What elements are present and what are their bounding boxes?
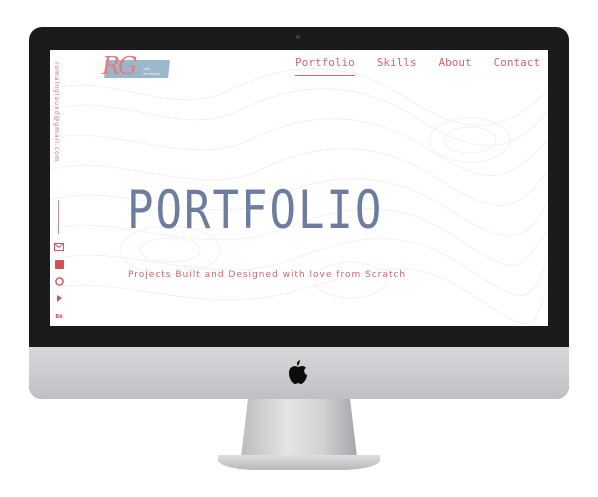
sidebar-divider [58, 200, 59, 234]
site-logo[interactable]: RG web developer [99, 52, 171, 84]
main-nav: Portfolio Skills About Contact [273, 56, 540, 76]
nav-contact[interactable]: Contact [494, 56, 540, 76]
nav-portfolio[interactable]: Portfolio [295, 56, 355, 76]
monitor-stand-neck [241, 399, 357, 457]
mail-icon[interactable] [53, 243, 65, 255]
monitor-stand-base [218, 455, 380, 470]
monitor-chin [29, 347, 569, 399]
screen: RG web developer Portfolio Skills About … [50, 50, 548, 326]
logo-tagline: web developer [143, 66, 161, 76]
apple-logo-icon [289, 360, 307, 384]
behance-icon[interactable]: Bē [53, 311, 65, 323]
github-icon[interactable] [53, 277, 65, 289]
social-links: Bē Up [53, 243, 65, 326]
nav-skills[interactable]: Skills [377, 56, 417, 76]
hero-title: PORTFOLIO [127, 180, 384, 242]
codewars-icon[interactable] [53, 294, 65, 306]
nav-about[interactable]: About [439, 56, 472, 76]
camera-dot [296, 35, 300, 39]
linkedin-icon[interactable] [53, 260, 65, 272]
monitor: RG web developer Portfolio Skills About … [29, 27, 569, 399]
hero-subtitle: Projects Built and Designed with love fr… [128, 270, 407, 280]
logo-initials: RG [102, 52, 137, 80]
sidebar-email[interactable]: romalnglouxd@gmail.com [53, 62, 60, 163]
